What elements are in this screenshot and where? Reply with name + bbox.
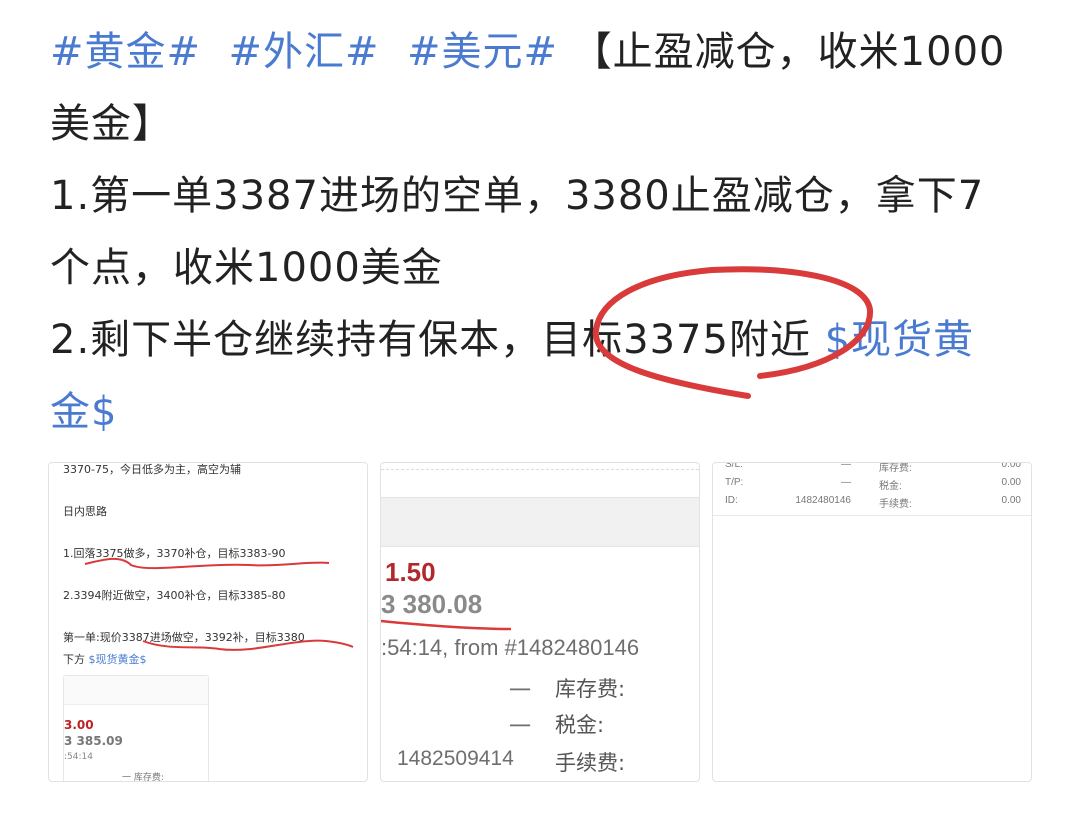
item1-text: 1.第一单3387进场的空单，3380止盈减仓，拿下7 xyxy=(50,173,985,219)
post-title-line: #黄金# #外汇# #美元# 【止盈减仓，收米1000 xyxy=(50,16,1050,88)
thumb3-tp-label: T/P: xyxy=(725,477,744,488)
thumb2-dash-1: 一 xyxy=(509,679,532,704)
item1-text-cont: 个点，收米1000美金 xyxy=(50,245,443,291)
thumb3-sl-value: — xyxy=(841,462,851,470)
tag-gold[interactable]: #黄金# xyxy=(50,29,201,75)
thumb1-card-profit: 3.00 xyxy=(64,718,94,732)
post-title-line-2: 美金】 xyxy=(50,88,1050,160)
post-item-2-cont: 金$ xyxy=(50,376,1050,448)
thumb1-card-fee: 一 库存费: xyxy=(122,773,164,782)
thumb3-id-label: ID: xyxy=(725,495,738,506)
post-item-2: 2.剩下半仓继续持有保本，目标3375附近 $现货黄 xyxy=(50,304,1050,376)
post-item-1-cont: 个点，收米1000美金 xyxy=(50,232,1050,304)
thumb1-trade-card: 3.00 3 385.09 :54:14 一 库存费: xyxy=(63,675,209,782)
thumb2-dash-2: 一 xyxy=(509,715,532,740)
tag-spot-gold[interactable]: $现货黄 xyxy=(825,317,974,363)
tag-forex[interactable]: #外汇# xyxy=(228,29,379,75)
thumb3-storage-value: 0.00 xyxy=(1001,462,1021,470)
post-title-end: 美金】 xyxy=(50,101,173,147)
image-thumbnail-order-details[interactable]: S/L: — 库存费: 0.00 T/P: — 税金: 0.00 ID: 148… xyxy=(712,462,1032,782)
thumb2-tax-label: 税金: xyxy=(555,713,605,737)
thumb1-card-time: :54:14 xyxy=(64,752,93,762)
thumb2-account-id: 1482509414 xyxy=(397,747,514,770)
thumb3-tp-value: — xyxy=(841,477,851,488)
thumb3-tax-value: 0.00 xyxy=(1001,477,1021,488)
thumb3-sl-label: S/L: xyxy=(725,462,743,470)
thumb3-storage-label: 库存费: xyxy=(879,463,912,474)
image-thumbnail-analysis[interactable]: 3370-75，今日低多为主，高空为辅 日内思路 1.回落3375做多，3370… xyxy=(48,462,368,782)
thumb2-storage-label: 库存费: xyxy=(555,677,626,701)
post-item-1: 1.第一单3387进场的空单，3380止盈减仓，拿下7 xyxy=(50,160,1050,232)
thumb1-card-price: 3 385.09 xyxy=(64,734,123,748)
thumb3-fee-label: 手续费: xyxy=(879,499,912,510)
thumb3-divider xyxy=(713,515,1031,516)
thumb3-id-value: 1482480146 xyxy=(795,495,851,506)
tag-usd[interactable]: #美元# xyxy=(407,29,558,75)
thumb2-underline-annotation xyxy=(381,619,512,631)
image-thumbnail-trade[interactable]: 1.50 3 380.08 :54:14, from #1482480146 一… xyxy=(380,462,700,782)
thumb2-fee-label: 手续费: xyxy=(555,751,626,775)
item2-text: 2.剩下半仓继续持有保本，目标3375附近 xyxy=(50,317,811,363)
post-title: 【止盈减仓，收米1000 xyxy=(571,29,1006,75)
tag-spot-gold-end[interactable]: 金$ xyxy=(50,389,117,435)
thumb3-row-id: ID: 1482480146 手续费: 0.00 xyxy=(725,495,1021,511)
thumb3-tax-label: 税金: xyxy=(879,481,902,492)
thumb2-time-from: :54:14, from #1482480146 xyxy=(381,635,640,660)
post-body: #黄金# #外汇# #美元# 【止盈减仓，收米1000 美金】 1.第一单338… xyxy=(50,16,1050,448)
thumb1-card-header xyxy=(64,676,208,705)
thumb3-row-sl: S/L: — 库存费: 0.00 xyxy=(725,462,1021,475)
thumb3-row-tp: T/P: — 税金: 0.00 xyxy=(725,477,1021,493)
thumb3-fee-value: 0.00 xyxy=(1001,495,1021,506)
